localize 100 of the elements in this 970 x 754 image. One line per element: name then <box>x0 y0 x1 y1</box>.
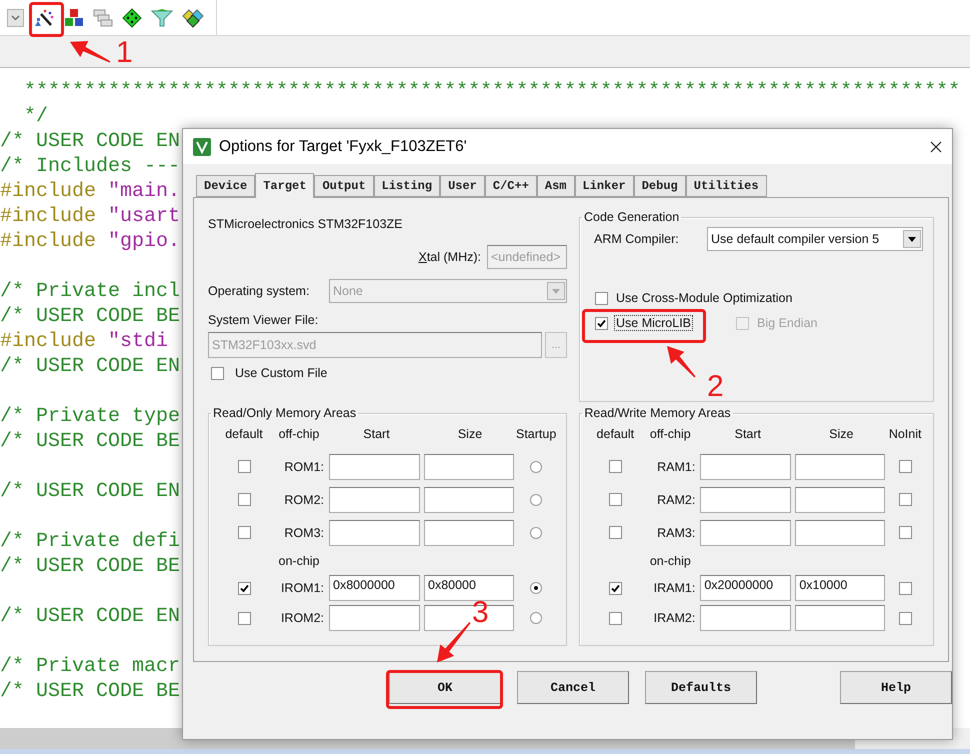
tab[interactable]: Device <box>196 175 256 197</box>
option-label[interactable]: Use MicroLIB <box>615 316 692 330</box>
checkbox[interactable] <box>238 612 250 624</box>
size-field[interactable] <box>795 486 886 512</box>
diamonds-icon[interactable] <box>182 8 204 28</box>
radio-button[interactable] <box>530 582 542 594</box>
dropdown-button[interactable] <box>7 8 24 26</box>
radio-button[interactable] <box>530 460 542 472</box>
include-directive: #include <box>0 180 98 203</box>
code-comment: /* USER CODE EN <box>0 355 180 378</box>
svf-label: System Viewer File: <box>208 313 320 327</box>
size-field[interactable] <box>795 605 886 631</box>
start-field[interactable] <box>700 520 792 546</box>
code-comment: /* USER CODE EN <box>0 130 180 153</box>
start-field[interactable] <box>700 605 792 631</box>
checkbox[interactable] <box>211 366 224 380</box>
tab[interactable]: Linker <box>574 175 634 197</box>
dialog-button[interactable]: Cancel <box>517 671 629 704</box>
size-field[interactable]: 0x10000 <box>795 575 886 601</box>
size-field[interactable] <box>795 454 886 480</box>
app-icon <box>193 138 211 156</box>
checkbox[interactable] <box>238 460 250 473</box>
tab[interactable]: Listing <box>374 175 440 197</box>
area-label: ROM3: <box>284 526 325 540</box>
column-header: Size <box>458 427 482 441</box>
caret-icon <box>11 14 20 20</box>
arrow <box>437 622 471 662</box>
size-field[interactable] <box>424 486 514 512</box>
caret-icon <box>908 236 916 242</box>
code-comment: /* Private type <box>0 405 180 428</box>
close-icon[interactable] <box>930 140 942 152</box>
start-field[interactable] <box>329 486 420 512</box>
start-field[interactable]: 0x20000000 <box>700 575 792 601</box>
radio-button[interactable] <box>530 526 542 538</box>
tab[interactable]: C/C++ <box>484 175 537 197</box>
checkbox[interactable] <box>595 292 608 304</box>
start-field[interactable] <box>329 605 420 631</box>
area-label: IRAM1: <box>654 581 696 595</box>
size-field[interactable] <box>424 520 514 546</box>
checkbox[interactable] <box>898 526 912 539</box>
size-field[interactable]: 0x80000 <box>424 575 514 601</box>
windows-icon[interactable] <box>93 8 113 28</box>
funnel-icon[interactable] <box>151 8 173 28</box>
diamond-icon[interactable] <box>122 8 142 28</box>
group-legend: Read/Only Memory Areas <box>211 406 358 420</box>
checkbox[interactable] <box>608 582 622 594</box>
checkbox[interactable] <box>608 526 622 539</box>
checkbox[interactable] <box>898 493 912 506</box>
tab[interactable]: Debug <box>634 175 686 197</box>
string-literal: "main. <box>108 180 180 203</box>
tab[interactable]: Asm <box>536 175 575 197</box>
checkbox[interactable] <box>898 612 912 624</box>
code-comment: /* USER CODE BE <box>0 305 180 328</box>
column-header: NoInit <box>888 427 922 441</box>
checkbox[interactable] <box>595 316 608 330</box>
column-header: Startup <box>516 427 556 441</box>
tab[interactable]: Target <box>255 173 314 198</box>
code-comment: /* USER CODE BE <box>0 680 180 703</box>
checkbox[interactable] <box>608 493 622 506</box>
xtal-label: Xtal (MHz): <box>418 250 481 264</box>
dialog-button[interactable]: Help <box>840 671 952 704</box>
blocks-icon[interactable] <box>64 8 84 28</box>
string-literal: "stdi <box>108 330 168 353</box>
checkbox[interactable] <box>608 460 622 473</box>
area-label: RAM3: <box>657 526 696 540</box>
checkbox[interactable] <box>238 582 250 594</box>
area-label: ROM1: <box>284 460 325 474</box>
start-field[interactable] <box>329 520 420 546</box>
code-comment: /* USER CODE EN <box>0 605 180 628</box>
option-label[interactable]: Use Custom File <box>234 366 328 380</box>
checkbox[interactable] <box>898 582 912 594</box>
column-header: off-chip <box>278 427 320 441</box>
start-field[interactable] <box>700 454 792 480</box>
option-label[interactable]: Use Cross-Module Optimization <box>615 291 794 305</box>
compiler-select[interactable]: Use default compiler version 5 <box>707 227 923 251</box>
radio-button[interactable] <box>530 494 542 506</box>
column-header: Start <box>363 427 390 441</box>
dialog-button[interactable]: OK <box>389 671 501 704</box>
checkbox[interactable] <box>898 460 912 473</box>
tab[interactable]: User <box>440 175 485 197</box>
tab[interactable]: Output <box>314 175 374 197</box>
step-number: 3 <box>472 598 489 628</box>
string-literal: "gpio. <box>108 230 180 253</box>
include-directive: #include <box>0 330 98 353</box>
start-field[interactable]: 0x8000000 <box>329 575 420 601</box>
magic-wand-icon[interactable] <box>33 8 55 28</box>
area-label: IROM2: <box>280 611 325 625</box>
checkbox[interactable] <box>608 612 622 624</box>
checkbox[interactable] <box>238 526 250 539</box>
caret-icon <box>552 288 560 294</box>
checkbox[interactable] <box>238 493 250 506</box>
size-field[interactable] <box>424 454 514 480</box>
code-comment: /* USER CODE BE <box>0 555 180 578</box>
radio-button[interactable] <box>530 612 542 624</box>
size-field[interactable] <box>795 520 886 546</box>
column-header: default <box>596 427 634 441</box>
dialog-button[interactable]: Defaults <box>645 671 757 704</box>
tab[interactable]: Utilities <box>686 175 767 197</box>
start-field[interactable] <box>700 486 792 512</box>
start-field[interactable] <box>329 454 420 480</box>
